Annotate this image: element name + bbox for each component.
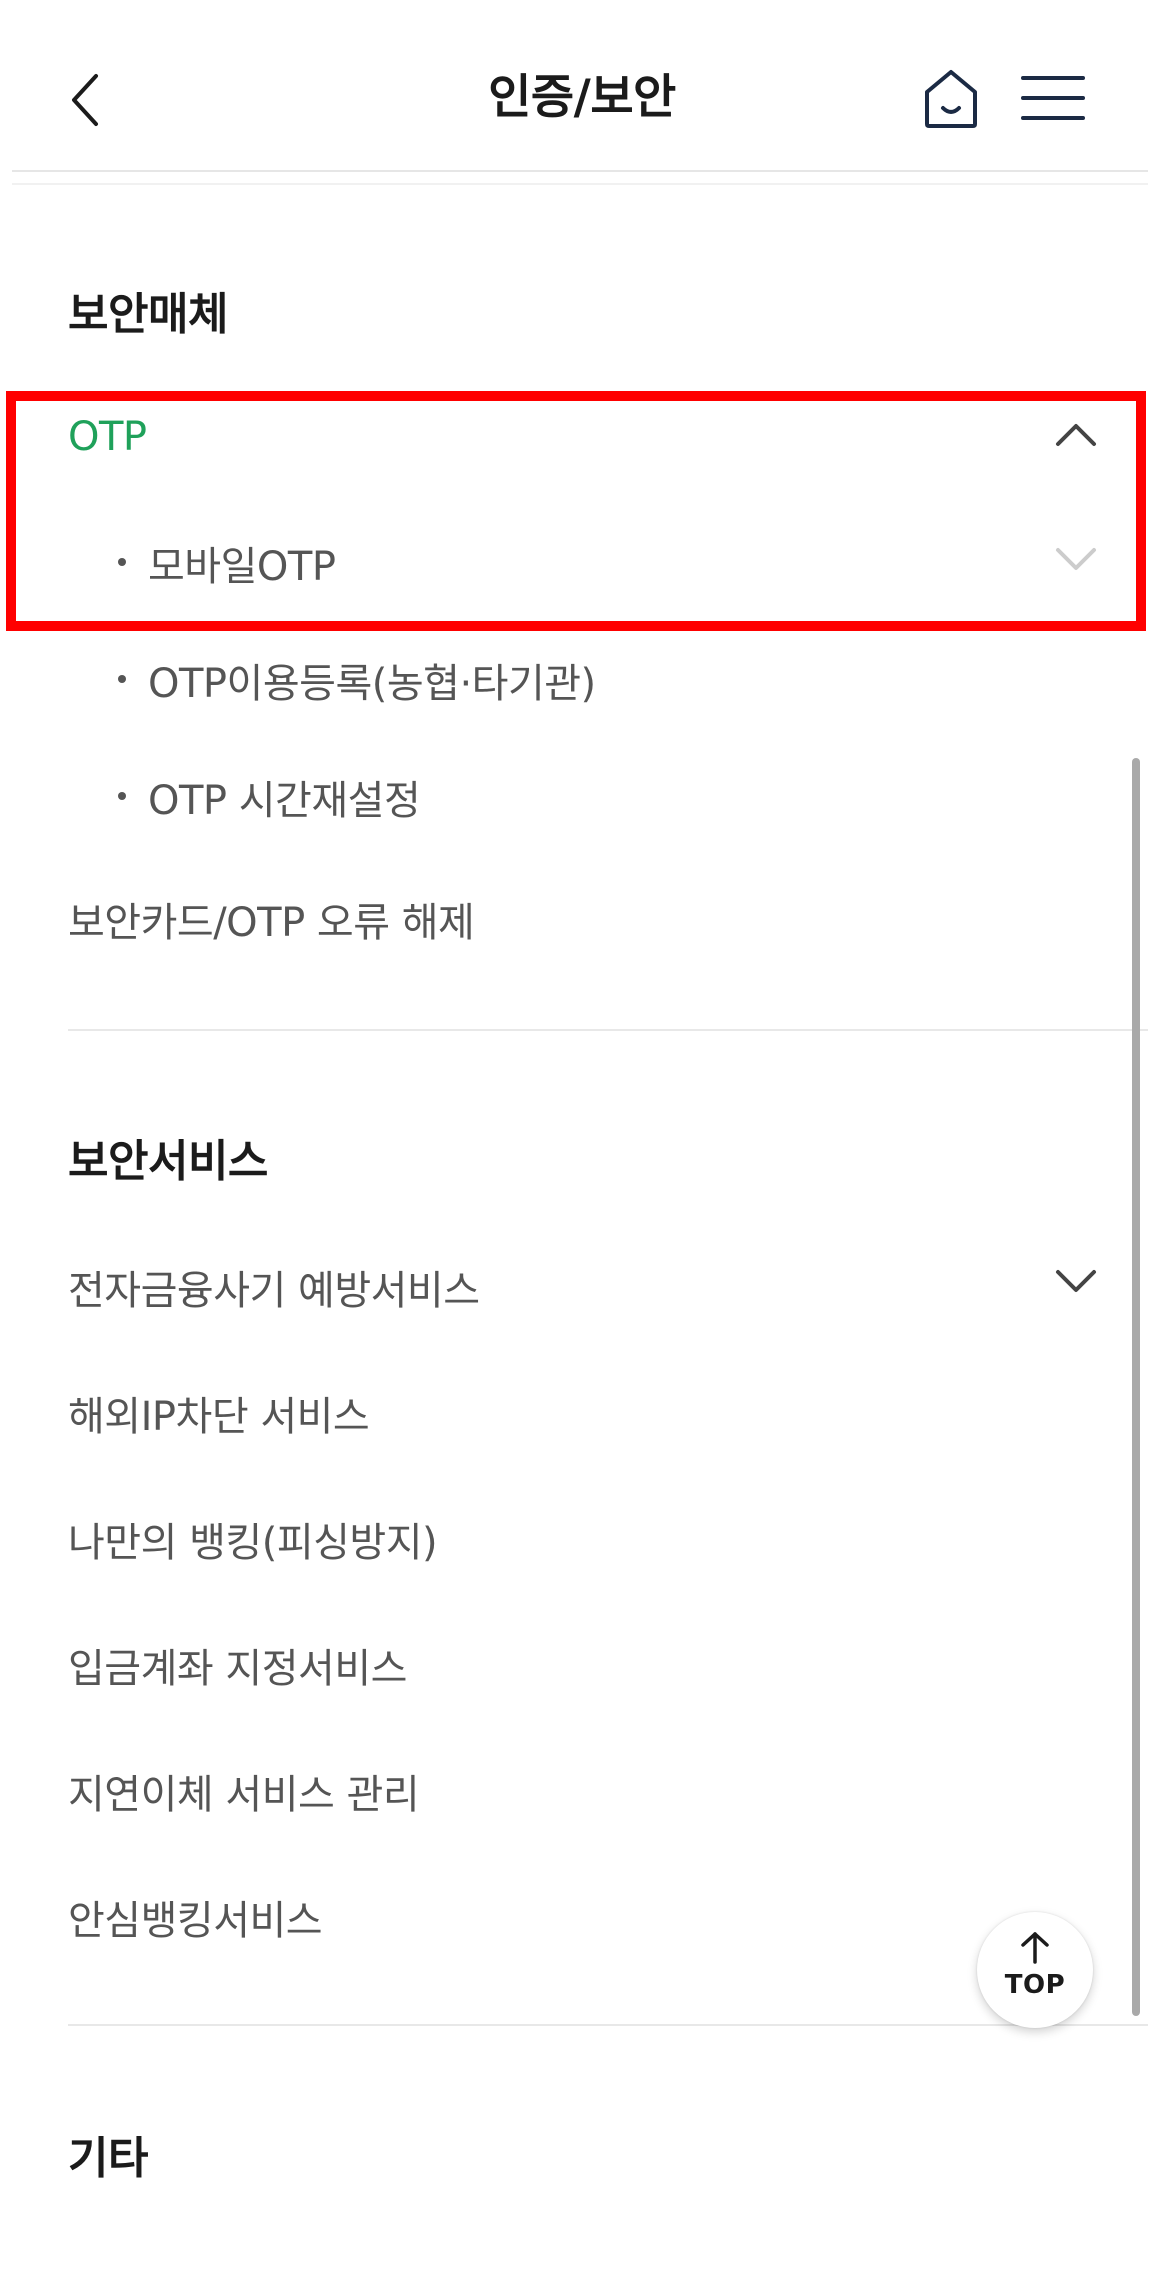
scrollbar[interactable]	[1132, 758, 1140, 2016]
header-divider-secondary	[12, 183, 1148, 185]
menu-button[interactable]	[1021, 74, 1085, 124]
top-button-label: TOP	[1004, 1970, 1066, 2000]
arrow-up-icon	[1021, 1932, 1049, 1964]
chevron-down-icon[interactable]	[1054, 1268, 1098, 1296]
hamburger-menu-icon	[1021, 76, 1085, 120]
header-divider	[12, 170, 1148, 172]
bullet-dot	[118, 675, 126, 683]
submenu-item-otp-time-reset[interactable]: OTP 시간재설정	[118, 768, 421, 826]
menu-item-delayed-transfer[interactable]: 지연이체 서비스 관리	[68, 1762, 420, 1820]
menu-item-fraud-prevention[interactable]: 전자금융사기 예방서비스	[68, 1258, 480, 1316]
home-button[interactable]	[921, 68, 981, 130]
menu-item-error-unlock[interactable]: 보안카드/OTP 오류 해제	[68, 890, 475, 948]
menu-item-overseas-ip-block[interactable]: 해외IP차단 서비스	[68, 1384, 370, 1442]
section-divider	[68, 1029, 1148, 1031]
scroll-top-button[interactable]: TOP	[977, 1912, 1093, 2028]
section-divider	[68, 2024, 1148, 2026]
section-title-etc: 기타	[68, 2133, 148, 2184]
submenu-item-otp-registration[interactable]: OTP이용등록(농협·타기관)	[118, 651, 596, 709]
highlight-box	[6, 391, 1146, 631]
menu-item-my-banking[interactable]: 나만의 뱅킹(피싱방지)	[68, 1510, 438, 1568]
submenu-item-label: OTP이용등록(농협·타기관)	[148, 661, 596, 707]
section-title-security-services: 보안서비스	[68, 1136, 268, 1187]
home-icon	[925, 70, 977, 128]
section-title-security-media: 보안매체	[68, 289, 228, 340]
submenu-item-label: OTP 시간재설정	[148, 778, 421, 824]
page-title: 인증/보안	[488, 70, 676, 125]
menu-item-deposit-account[interactable]: 입금계좌 지정서비스	[68, 1636, 407, 1694]
app-header: 인증/보안	[0, 0, 1164, 185]
bullet-dot	[118, 792, 126, 800]
menu-item-safe-banking[interactable]: 안심뱅킹서비스	[68, 1888, 323, 1946]
